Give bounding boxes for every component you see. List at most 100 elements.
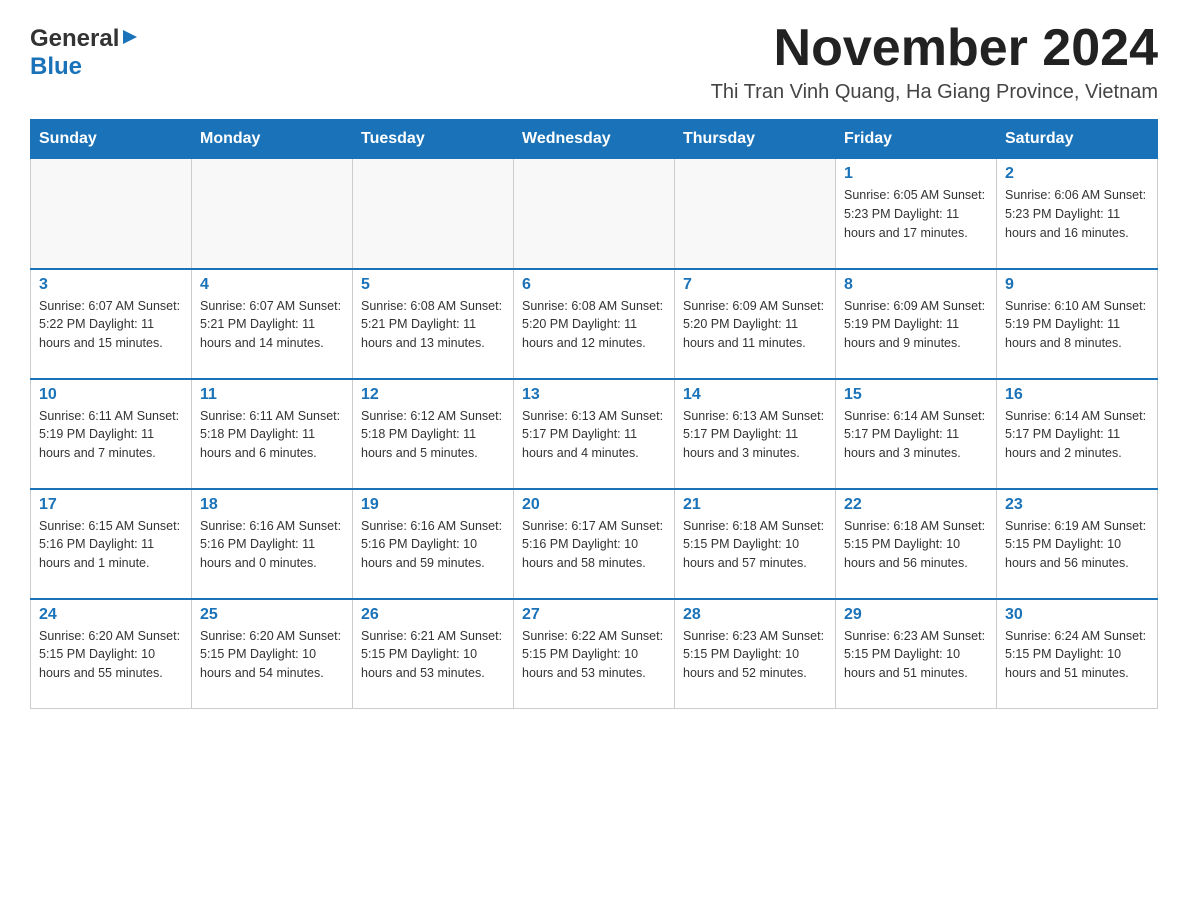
calendar-cell-w1-d6: 1 Sunrise: 6:05 AM Sunset: 5:23 PM Daylig…: [836, 159, 997, 269]
day-number-25: 25: [200, 606, 344, 624]
header-monday: Monday: [192, 120, 353, 159]
calendar-cell-w4-d7: 23 Sunrise: 6:19 AM Sunset: 5:15 PM Dayli…: [997, 489, 1158, 599]
calendar-week-1: 1 Sunrise: 6:05 AM Sunset: 5:23 PM Daylig…: [31, 159, 1158, 269]
calendar-cell-w3-d3: 12 Sunrise: 6:12 AM Sunset: 5:18 PM Dayli…: [353, 379, 514, 489]
day-number-29: 29: [844, 606, 988, 624]
day-info-1: Sunrise: 6:05 AM Sunset: 5:23 PM Dayligh…: [844, 186, 988, 242]
header-sunday: Sunday: [31, 120, 192, 159]
calendar-cell-w2-d1: 3 Sunrise: 6:07 AM Sunset: 5:22 PM Daylig…: [31, 269, 192, 379]
calendar-cell-w3-d5: 14 Sunrise: 6:13 AM Sunset: 5:17 PM Dayli…: [675, 379, 836, 489]
location-subtitle: Thi Tran Vinh Quang, Ha Giang Province, …: [711, 81, 1158, 104]
day-info-6: Sunrise: 6:08 AM Sunset: 5:20 PM Dayligh…: [522, 297, 666, 353]
calendar-cell-w1-d1: [31, 159, 192, 269]
day-number-9: 9: [1005, 276, 1149, 294]
calendar-week-5: 24 Sunrise: 6:20 AM Sunset: 5:15 PM Dayli…: [31, 599, 1158, 709]
day-number-28: 28: [683, 606, 827, 624]
calendar-cell-w5-d3: 26 Sunrise: 6:21 AM Sunset: 5:15 PM Dayli…: [353, 599, 514, 709]
calendar-cell-w2-d7: 9Sunrise: 6:10 AM Sunset: 5:19 PM Daylig…: [997, 269, 1158, 379]
day-number-1: 1: [844, 165, 988, 183]
day-number-16: 16: [1005, 386, 1149, 404]
calendar-cell-w5-d2: 25 Sunrise: 6:20 AM Sunset: 5:15 PM Dayli…: [192, 599, 353, 709]
day-info-20: Sunrise: 6:17 AM Sunset: 5:16 PM Dayligh…: [522, 517, 666, 573]
day-info-28: Sunrise: 6:23 AM Sunset: 5:15 PM Dayligh…: [683, 627, 827, 683]
day-info-29: Sunrise: 6:23 AM Sunset: 5:15 PM Dayligh…: [844, 627, 988, 683]
calendar-cell-w1-d7: 2Sunrise: 6:06 AM Sunset: 5:23 PM Daylig…: [997, 159, 1158, 269]
day-number-19: 19: [361, 496, 505, 514]
calendar-week-4: 17 Sunrise: 6:15 AM Sunset: 5:16 PM Dayli…: [31, 489, 1158, 599]
day-number-13: 13: [522, 386, 666, 404]
day-number-21: 21: [683, 496, 827, 514]
calendar-cell-w2-d6: 8 Sunrise: 6:09 AM Sunset: 5:19 PM Daylig…: [836, 269, 997, 379]
day-info-30: Sunrise: 6:24 AM Sunset: 5:15 PM Dayligh…: [1005, 627, 1149, 683]
day-info-18: Sunrise: 6:16 AM Sunset: 5:16 PM Dayligh…: [200, 517, 344, 573]
day-number-23: 23: [1005, 496, 1149, 514]
day-number-5: 5: [361, 276, 505, 294]
day-number-18: 18: [200, 496, 344, 514]
day-info-27: Sunrise: 6:22 AM Sunset: 5:15 PM Dayligh…: [522, 627, 666, 683]
calendar-cell-w1-d2: [192, 159, 353, 269]
day-number-26: 26: [361, 606, 505, 624]
day-info-13: Sunrise: 6:13 AM Sunset: 5:17 PM Dayligh…: [522, 407, 666, 463]
day-info-19: Sunrise: 6:16 AM Sunset: 5:16 PM Dayligh…: [361, 517, 505, 573]
day-info-23: Sunrise: 6:19 AM Sunset: 5:15 PM Dayligh…: [1005, 517, 1149, 573]
day-info-12: Sunrise: 6:12 AM Sunset: 5:18 PM Dayligh…: [361, 407, 505, 463]
day-number-3: 3: [39, 276, 183, 294]
calendar-cell-w4-d6: 22 Sunrise: 6:18 AM Sunset: 5:15 PM Dayli…: [836, 489, 997, 599]
day-number-2: 2: [1005, 165, 1149, 183]
calendar-cell-w3-d4: 13 Sunrise: 6:13 AM Sunset: 5:17 PM Dayli…: [514, 379, 675, 489]
day-info-4: Sunrise: 6:07 AM Sunset: 5:21 PM Dayligh…: [200, 297, 344, 353]
day-number-6: 6: [522, 276, 666, 294]
day-info-24: Sunrise: 6:20 AM Sunset: 5:15 PM Dayligh…: [39, 627, 183, 683]
logo-blue: Blue: [30, 53, 82, 81]
header-thursday: Thursday: [675, 120, 836, 159]
header-tuesday: Tuesday: [353, 120, 514, 159]
day-number-15: 15: [844, 386, 988, 404]
day-number-14: 14: [683, 386, 827, 404]
logo: General Blue: [30, 20, 139, 81]
calendar-cell-w5-d4: 27 Sunrise: 6:22 AM Sunset: 5:15 PM Dayli…: [514, 599, 675, 709]
day-info-7: Sunrise: 6:09 AM Sunset: 5:20 PM Dayligh…: [683, 297, 827, 353]
day-number-4: 4: [200, 276, 344, 294]
calendar-cell-w4-d5: 21 Sunrise: 6:18 AM Sunset: 5:15 PM Dayli…: [675, 489, 836, 599]
calendar-header-row: Sunday Monday Tuesday Wednesday Thursday…: [31, 120, 1158, 159]
day-info-8: Sunrise: 6:09 AM Sunset: 5:19 PM Dayligh…: [844, 297, 988, 353]
calendar-cell-w2-d3: 5 Sunrise: 6:08 AM Sunset: 5:21 PM Daylig…: [353, 269, 514, 379]
day-info-16: Sunrise: 6:14 AM Sunset: 5:17 PM Dayligh…: [1005, 407, 1149, 463]
day-info-5: Sunrise: 6:08 AM Sunset: 5:21 PM Dayligh…: [361, 297, 505, 353]
calendar-cell-w3-d7: 16 Sunrise: 6:14 AM Sunset: 5:17 PM Dayli…: [997, 379, 1158, 489]
day-number-24: 24: [39, 606, 183, 624]
day-number-7: 7: [683, 276, 827, 294]
day-info-17: Sunrise: 6:15 AM Sunset: 5:16 PM Dayligh…: [39, 517, 183, 573]
day-info-26: Sunrise: 6:21 AM Sunset: 5:15 PM Dayligh…: [361, 627, 505, 683]
day-info-25: Sunrise: 6:20 AM Sunset: 5:15 PM Dayligh…: [200, 627, 344, 683]
day-number-17: 17: [39, 496, 183, 514]
day-info-22: Sunrise: 6:18 AM Sunset: 5:15 PM Dayligh…: [844, 517, 988, 573]
day-info-15: Sunrise: 6:14 AM Sunset: 5:17 PM Dayligh…: [844, 407, 988, 463]
day-number-20: 20: [522, 496, 666, 514]
header-wednesday: Wednesday: [514, 120, 675, 159]
calendar-cell-w5-d5: 28 Sunrise: 6:23 AM Sunset: 5:15 PM Dayli…: [675, 599, 836, 709]
calendar-cell-w4-d1: 17 Sunrise: 6:15 AM Sunset: 5:16 PM Dayli…: [31, 489, 192, 599]
logo-triangle-icon: [121, 28, 139, 51]
calendar-cell-w2-d4: 6 Sunrise: 6:08 AM Sunset: 5:20 PM Daylig…: [514, 269, 675, 379]
day-number-12: 12: [361, 386, 505, 404]
calendar-cell-w3-d2: 11Sunrise: 6:11 AM Sunset: 5:18 PM Dayli…: [192, 379, 353, 489]
day-number-27: 27: [522, 606, 666, 624]
day-number-8: 8: [844, 276, 988, 294]
logo-general: General: [30, 25, 119, 53]
day-number-11: 11: [200, 386, 344, 404]
calendar-cell-w1-d3: [353, 159, 514, 269]
day-info-21: Sunrise: 6:18 AM Sunset: 5:15 PM Dayligh…: [683, 517, 827, 573]
calendar-cell-w4-d4: 20 Sunrise: 6:17 AM Sunset: 5:16 PM Dayli…: [514, 489, 675, 599]
calendar-cell-w1-d5: [675, 159, 836, 269]
day-number-22: 22: [844, 496, 988, 514]
day-info-10: Sunrise: 6:11 AM Sunset: 5:19 PM Dayligh…: [39, 407, 183, 463]
calendar-cell-w2-d5: 7 Sunrise: 6:09 AM Sunset: 5:20 PM Daylig…: [675, 269, 836, 379]
calendar-cell-w5-d6: 29 Sunrise: 6:23 AM Sunset: 5:15 PM Dayli…: [836, 599, 997, 709]
calendar-cell-w2-d2: 4 Sunrise: 6:07 AM Sunset: 5:21 PM Daylig…: [192, 269, 353, 379]
calendar-cell-w5-d7: 30Sunrise: 6:24 AM Sunset: 5:15 PM Dayli…: [997, 599, 1158, 709]
day-info-14: Sunrise: 6:13 AM Sunset: 5:17 PM Dayligh…: [683, 407, 827, 463]
calendar-cell-w4-d3: 19 Sunrise: 6:16 AM Sunset: 5:16 PM Dayli…: [353, 489, 514, 599]
day-info-3: Sunrise: 6:07 AM Sunset: 5:22 PM Dayligh…: [39, 297, 183, 353]
month-title: November 2024: [711, 20, 1158, 77]
